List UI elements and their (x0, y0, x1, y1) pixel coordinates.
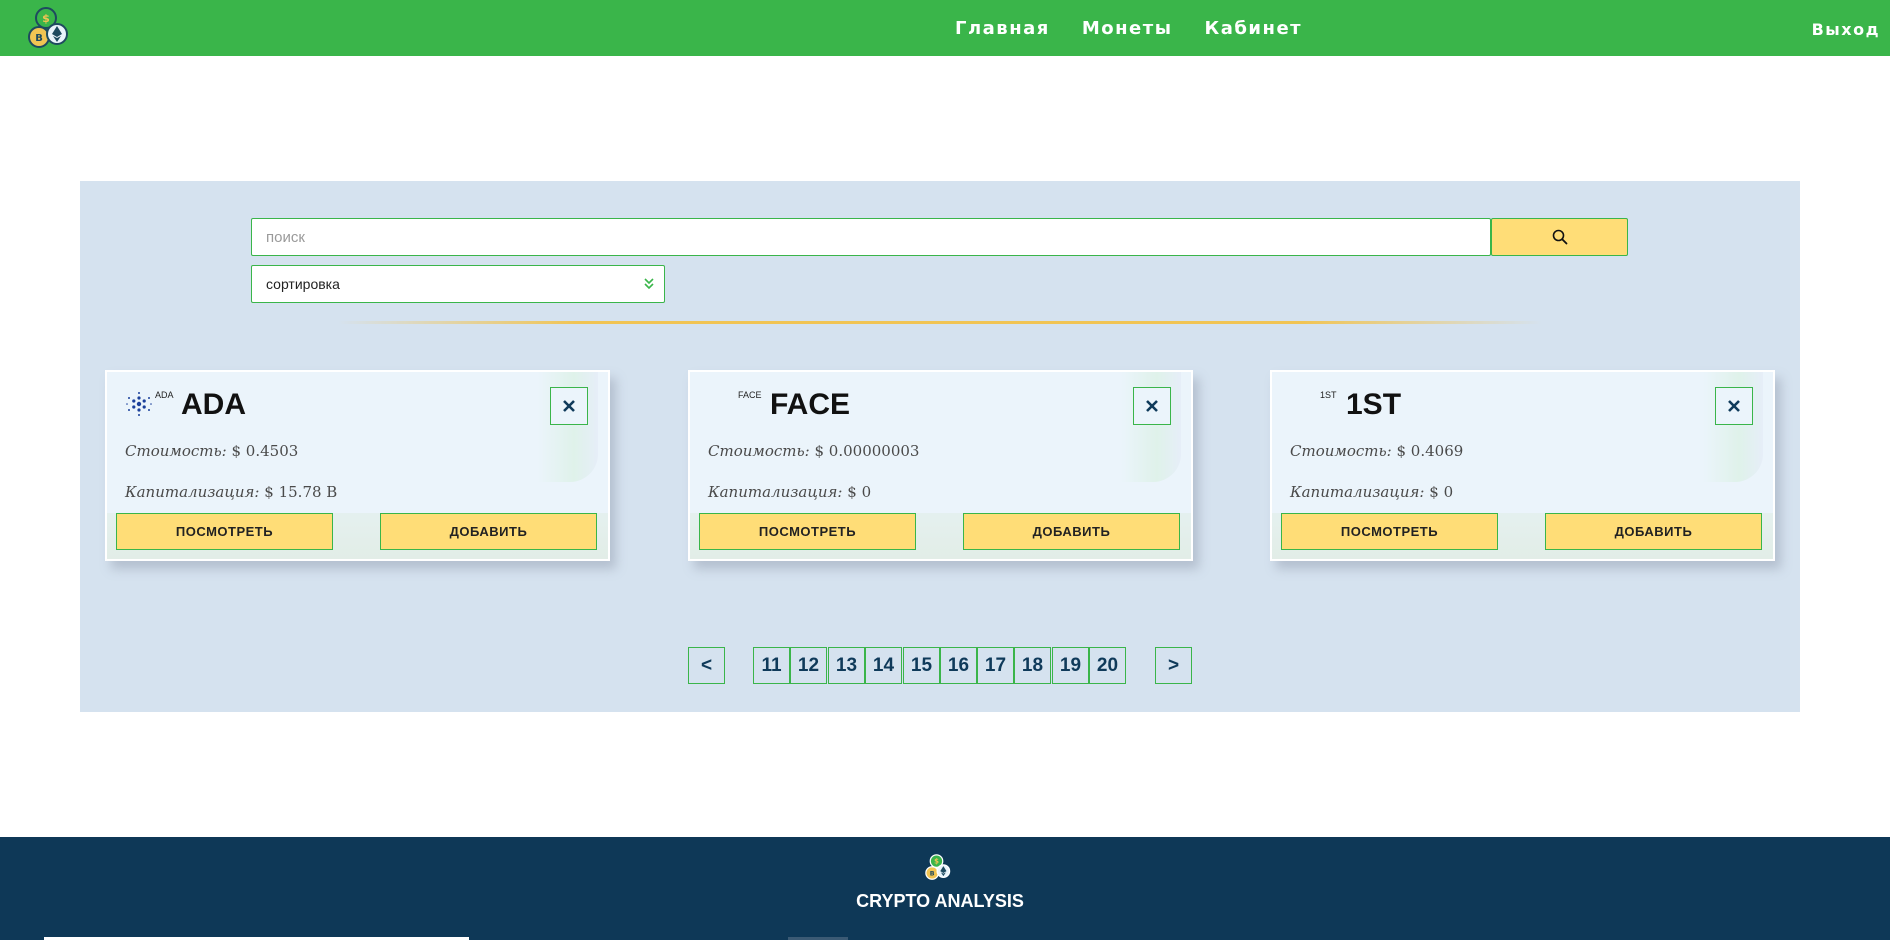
close-icon (1728, 400, 1740, 412)
page-button[interactable]: 13 (828, 647, 865, 684)
svg-text:B: B (930, 871, 935, 878)
next-page-button[interactable]: > (1155, 647, 1192, 684)
add-button[interactable]: ДОБАВИТЬ (963, 513, 1180, 550)
nav-account[interactable]: Кабинет (1204, 18, 1302, 39)
coin-card: FACE FACE Стоимость: $ 0.00000003 Капита… (688, 370, 1193, 561)
section-divider (338, 321, 1542, 324)
page-button[interactable]: 17 (977, 647, 1014, 684)
page-button[interactable]: 20 (1089, 647, 1126, 684)
page-button[interactable]: 19 (1052, 647, 1089, 684)
coin-symbol: FACE (770, 388, 851, 421)
remove-card-button[interactable] (1715, 387, 1753, 425)
remove-card-button[interactable] (550, 387, 588, 425)
coin-image-alt: FACE (738, 390, 762, 400)
logout-link[interactable]: Выход (1812, 20, 1880, 39)
view-button[interactable]: ПОСМОТРЕТЬ (116, 513, 333, 550)
coins-logo-icon: $ B (925, 854, 951, 880)
footer-title: CRYPTO ANALYSIS (856, 891, 1024, 911)
coin-market-cap: Капитализация: $ 0 (1290, 483, 1454, 501)
coin-card: ADA ADA Стоимость: $ 0.4503 Капитализаци… (105, 370, 610, 561)
page-button[interactable]: 12 (790, 647, 827, 684)
svg-text:B: B (35, 33, 43, 44)
page-button[interactable]: 11 (753, 647, 790, 684)
svg-text:$: $ (42, 12, 50, 25)
search-icon (1552, 229, 1567, 245)
view-button[interactable]: ПОСМОТРЕТЬ (699, 513, 916, 550)
svg-text:$: $ (934, 858, 939, 866)
add-button[interactable]: ДОБАВИТЬ (380, 513, 597, 550)
coin-price: Стоимость: $ 0.00000003 (708, 442, 920, 460)
view-button[interactable]: ПОСМОТРЕТЬ (1281, 513, 1498, 550)
coin-symbol: ADA (181, 388, 246, 421)
page-button[interactable]: 16 (940, 647, 977, 684)
coin-price: Стоимость: $ 0.4069 (1290, 442, 1464, 460)
cardano-icon (126, 392, 152, 416)
coin-market-cap: Капитализация: $ 0 (708, 483, 872, 501)
search-input[interactable] (251, 218, 1491, 256)
top-navbar: $ B Главная Монеты Кабинет Выход (0, 0, 1890, 56)
coin-image-alt: 1ST (1320, 390, 1337, 400)
coin-symbol: 1ST (1346, 388, 1402, 421)
add-button[interactable]: ДОБАВИТЬ (1545, 513, 1762, 550)
coin-card: 1ST 1ST Стоимость: $ 0.4069 Капитализаци… (1270, 370, 1775, 561)
coin-market-cap: Капитализация: $ 15.78 B (125, 483, 338, 501)
remove-card-button[interactable] (1133, 387, 1171, 425)
coin-price: Стоимость: $ 0.4503 (125, 442, 299, 460)
nav-home[interactable]: Главная (955, 18, 1050, 39)
main-nav: Главная Монеты Кабинет (955, 18, 1302, 39)
coin-image-alt: ADA (155, 390, 174, 400)
prev-page-button[interactable]: < (688, 647, 725, 684)
close-icon (1146, 400, 1158, 412)
coins-logo-icon[interactable]: $ B (26, 6, 74, 52)
search-button[interactable] (1491, 218, 1628, 256)
double-chevron-down-icon (644, 278, 654, 290)
sort-select[interactable]: сортировка (251, 265, 665, 303)
close-icon (563, 400, 575, 412)
sort-label: сортировка (266, 276, 340, 292)
nav-coins[interactable]: Монеты (1082, 18, 1173, 39)
page-button[interactable]: 15 (903, 647, 940, 684)
page-button[interactable]: 18 (1014, 647, 1051, 684)
page-button[interactable]: 14 (865, 647, 902, 684)
